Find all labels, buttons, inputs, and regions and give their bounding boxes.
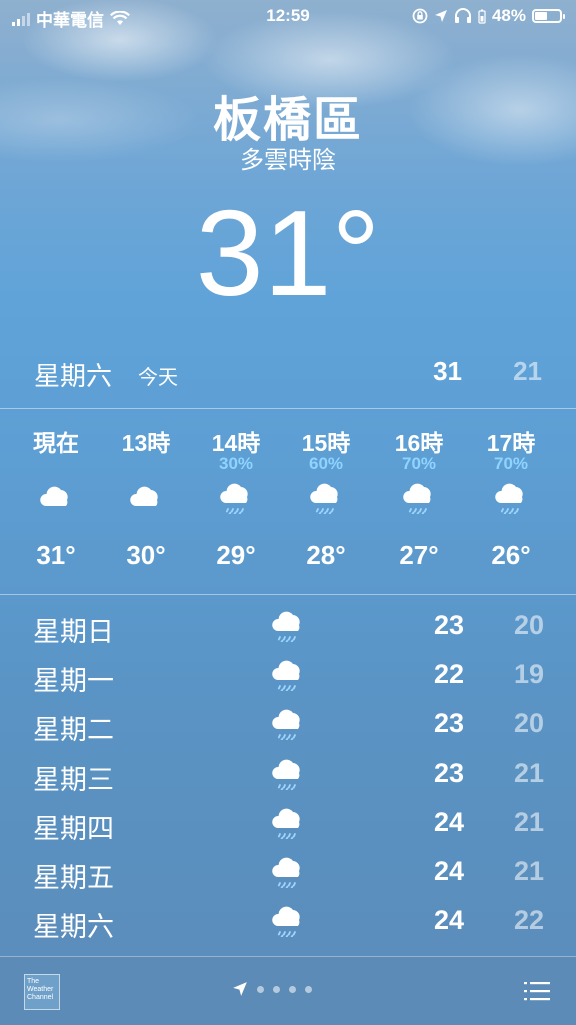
weather-channel-logo[interactable]: The Weather Channel [24, 974, 60, 1010]
daily-row: 星期一 22 19 [0, 649, 576, 698]
current-temperature: 31° [195, 185, 381, 321]
daily-low: 20 [513, 708, 544, 739]
daily-high: 23 [433, 610, 464, 640]
daily-high: 24 [433, 905, 464, 936]
cloud-rain-icon [270, 756, 306, 791]
hour-time: 13時 [121, 430, 171, 456]
today-label: 今天 [138, 367, 178, 389]
daily-day: 星期五 [33, 862, 114, 893]
list-icon[interactable] [524, 981, 550, 1001]
today-low: 21 [513, 356, 542, 386]
hour-temp: 29° [216, 540, 256, 570]
daily-low: 21 [513, 855, 544, 886]
hourly-item: 13時 30° [100, 410, 192, 592]
cloud-rain-icon [270, 854, 306, 889]
status-right: 48% [412, 6, 565, 26]
cloud-rain-icon [308, 480, 344, 515]
daily-day: 星期四 [33, 813, 114, 844]
daily-low: 21 [513, 757, 544, 788]
bottom-toolbar: The Weather Channel [0, 956, 576, 1025]
today-day: 星期六 [34, 361, 113, 391]
hourly-item: 14時 30% 29° [190, 410, 282, 592]
daily-low: 19 [513, 659, 544, 690]
status-bar: 中華電信 12:59 48% [0, 0, 576, 32]
hour-time: 16時 [394, 430, 444, 456]
hourly-item: 17時 70% 26° [465, 410, 557, 592]
cloud-rain-icon [270, 608, 306, 643]
page-dot [305, 985, 312, 993]
page-indicator[interactable] [232, 981, 312, 997]
hourly-item: 15時 60% 28° [280, 410, 372, 592]
hour-precip: 70% [401, 454, 437, 473]
rotation-lock-icon [412, 8, 428, 24]
hour-precip: 30% [218, 454, 254, 473]
daily-low: 21 [513, 806, 544, 837]
battery-level [535, 12, 547, 20]
weather-condition: 多雲時陰 [240, 147, 336, 174]
hour-temp: 27° [399, 540, 439, 570]
battery-percent: 48% [491, 6, 526, 25]
today-high: 31 [433, 356, 462, 386]
page-dot [273, 985, 280, 993]
daily-day: 星期日 [33, 617, 114, 647]
hour-time: 15時 [301, 430, 351, 456]
daily-row: 星期二 23 20 [0, 698, 576, 747]
daily-day: 星期二 [33, 715, 114, 746]
cloud-rain-icon [270, 805, 306, 840]
hour-temp: 28° [306, 540, 346, 570]
daily-high: 22 [433, 659, 464, 690]
hour-precip: 70% [493, 454, 529, 473]
hour-temp: 26° [491, 540, 531, 570]
hourly-forecast[interactable]: 現在 31° 13時 30° 14時 30% 29° 15時 60% 28° 1… [10, 410, 566, 592]
cloud-rain-icon [270, 706, 306, 742]
hour-precip: 60% [308, 454, 344, 473]
daily-row: 星期日 23 20 [0, 600, 576, 649]
hour-time: 現在 [33, 430, 79, 456]
battery-small-icon [478, 9, 486, 24]
daily-forecast[interactable]: 星期日 23 20 星期一 22 19 星期二 23 20 星期三 23 21 … [0, 600, 576, 944]
daily-row: 星期五 24 21 [0, 846, 576, 895]
daily-row: 星期六 24 22 [0, 895, 576, 944]
hour-temp: 31° [36, 540, 76, 570]
daily-high: 23 [433, 708, 464, 739]
divider [0, 594, 576, 595]
daily-high: 24 [433, 806, 464, 837]
hour-time: 17時 [486, 430, 536, 456]
hourly-item: 現在 31° [10, 410, 102, 592]
daily-row: 星期三 23 21 [0, 748, 576, 797]
cloud-rain-icon [401, 480, 437, 515]
location-arrow-icon [434, 10, 447, 22]
hour-time: 14時 [211, 430, 261, 456]
daily-day: 星期三 [33, 764, 114, 795]
daily-high: 23 [433, 757, 464, 788]
hourly-item: 16時 70% 27° [373, 410, 465, 592]
location-arrow-icon [233, 982, 247, 996]
cloud-rain-icon [218, 480, 254, 515]
page-dot [289, 985, 296, 993]
hour-temp: 30° [126, 540, 166, 570]
cloud-rain-icon [493, 480, 529, 515]
battery-icon [532, 9, 565, 23]
daily-low: 20 [513, 610, 544, 640]
cloud-icon [128, 480, 164, 514]
daily-high: 24 [433, 855, 464, 886]
page-dot [257, 985, 264, 993]
headphones-icon [454, 8, 471, 23]
daily-day: 星期六 [33, 912, 114, 943]
cloud-icon [38, 480, 74, 514]
daily-low: 22 [513, 905, 544, 936]
daily-row: 星期四 24 21 [0, 797, 576, 846]
daily-day: 星期一 [33, 666, 114, 697]
cloud-rain-icon [270, 903, 306, 939]
today-summary: 星期六 今天 31 21 [0, 350, 576, 400]
cloud-rain-icon [270, 657, 306, 693]
divider [0, 408, 576, 409]
